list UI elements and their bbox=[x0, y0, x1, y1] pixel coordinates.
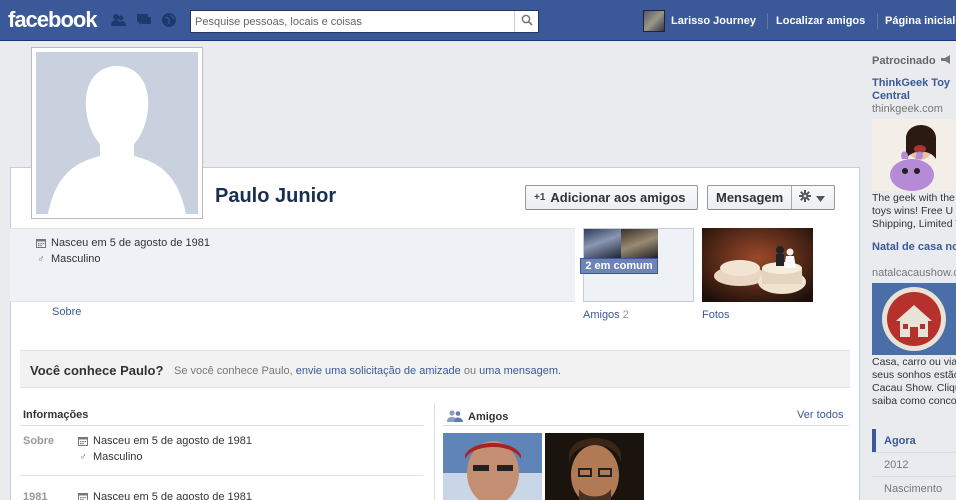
add-friend-label: Adicionar aos amigos bbox=[550, 190, 686, 205]
know-person-prefix: Se você conhece Paulo, bbox=[174, 365, 293, 377]
friend-requests-icon[interactable] bbox=[110, 12, 126, 28]
tab-fotos[interactable]: Fotos bbox=[702, 309, 730, 321]
tab-amigos-label: Amigos bbox=[583, 309, 620, 321]
search-input[interactable] bbox=[191, 11, 513, 32]
search-button[interactable] bbox=[514, 11, 538, 32]
know-person-or: ou bbox=[463, 365, 477, 377]
timeline-item-agora[interactable]: Agora bbox=[872, 429, 956, 452]
friend-photo[interactable] bbox=[545, 433, 644, 500]
section-divider bbox=[20, 425, 423, 426]
male-icon: ♂ bbox=[79, 451, 87, 463]
ad-image-cacaushow[interactable] bbox=[872, 283, 956, 355]
nav-home[interactable]: Página inicial bbox=[885, 15, 955, 27]
info-row-line: ♂ Masculino bbox=[78, 451, 143, 463]
send-friend-request-link[interactable]: envie uma solicitação de amizade bbox=[296, 365, 461, 377]
right-sidebar: Patrocinado ThinkGeek Toy Central thinkg… bbox=[861, 41, 956, 500]
message-button-group: Mensagem bbox=[707, 185, 835, 210]
nav-find-friends[interactable]: Localizar amigos bbox=[776, 15, 865, 27]
add-friend-button[interactable]: +1 Adicionar aos amigos bbox=[525, 185, 698, 210]
ad-text-line: Casa, carro ou via bbox=[872, 356, 956, 368]
ad-text-line: saiba como conco bbox=[872, 395, 956, 407]
see-all-friends-link[interactable]: Ver todos bbox=[797, 409, 843, 421]
top-bar: facebook Larisso Journey Localizar amigo… bbox=[0, 0, 956, 41]
chevron-down-icon bbox=[816, 190, 826, 205]
user-avatar[interactable] bbox=[643, 10, 665, 32]
basic-info-box: Nasceu em 5 de agosto de 1981 ♂ Masculin… bbox=[10, 228, 575, 302]
amigos-section-header: Amigos bbox=[447, 409, 508, 425]
info-row-label: 1981 bbox=[23, 491, 48, 500]
row-divider bbox=[20, 475, 423, 476]
nav-divider bbox=[767, 13, 768, 29]
ad-domain: natalcacaushow.co bbox=[872, 267, 956, 279]
mutual-friend-photo bbox=[621, 229, 658, 258]
ad-text-line: seus sonhos estão bbox=[872, 369, 956, 381]
ad-title[interactable]: ThinkGeek Toy Central bbox=[872, 77, 956, 103]
friends-tile[interactable]: 2 em comum bbox=[580, 228, 694, 302]
search-icon bbox=[521, 14, 533, 29]
gear-icon bbox=[799, 190, 812, 205]
friend-photo[interactable] bbox=[443, 433, 542, 500]
ad-text-line: toys wins! Free U bbox=[872, 205, 954, 217]
sponsored-label: Patrocinado bbox=[872, 55, 936, 67]
informacoes-heading: Informações bbox=[23, 409, 89, 421]
ad-title[interactable]: Natal de casa nova? bbox=[872, 241, 956, 254]
info-row-line: Nasceu em 5 de agosto de 1981 bbox=[78, 491, 252, 500]
add-friend-icon: +1 bbox=[534, 192, 546, 203]
know-person-title: Você conhece Paulo? bbox=[30, 363, 164, 378]
sponsored-header: Patrocinado bbox=[872, 55, 952, 67]
friends-count: 2 bbox=[622, 309, 629, 321]
gender-text: Masculino bbox=[51, 253, 101, 265]
profile-main: Paulo Junior +1 Adicionar aos amigos Men… bbox=[10, 41, 860, 500]
photos-tile[interactable] bbox=[702, 228, 813, 302]
info-row-text: Nasceu em 5 de agosto de 1981 bbox=[93, 435, 253, 447]
settings-dropdown-button[interactable] bbox=[792, 186, 832, 209]
megaphone-icon bbox=[940, 55, 952, 67]
nav-divider bbox=[877, 13, 878, 29]
calendar-icon bbox=[36, 238, 46, 248]
facebook-logo[interactable]: facebook bbox=[8, 7, 98, 33]
search-box[interactable] bbox=[190, 10, 539, 33]
tab-amigos[interactable]: Amigos 2 bbox=[583, 309, 629, 321]
section-divider bbox=[443, 425, 849, 426]
male-icon: ♂ bbox=[37, 253, 45, 265]
info-row-line: Nasceu em 5 de agosto de 1981 bbox=[78, 435, 252, 447]
ad-text-line: Cacau Show. Cliqu bbox=[872, 382, 956, 394]
know-person-box: Você conhece Paulo? Se você conhece Paul… bbox=[20, 350, 850, 388]
mutual-friends-badge[interactable]: 2 em comum bbox=[580, 258, 658, 274]
send-message-link[interactable]: uma mensagem. bbox=[479, 365, 561, 377]
gender-line: ♂ Masculino bbox=[36, 253, 101, 265]
ad-image-thinkgeek[interactable] bbox=[872, 119, 956, 191]
timeline-item-2012[interactable]: 2012 bbox=[872, 453, 956, 476]
amigos-heading: Amigos bbox=[468, 411, 509, 423]
column-divider bbox=[434, 403, 435, 500]
nav-user-profile[interactable]: Larisso Journey bbox=[671, 15, 756, 27]
ad-domain: thinkgeek.com bbox=[872, 103, 943, 115]
default-avatar-silhouette bbox=[36, 52, 198, 214]
timeline-item-nascimento[interactable]: Nascimento bbox=[872, 477, 956, 500]
wedding-cake-photo bbox=[702, 228, 813, 302]
profile-name: Paulo Junior bbox=[215, 185, 337, 207]
profile-picture[interactable] bbox=[31, 47, 203, 219]
calendar-icon bbox=[78, 436, 88, 446]
info-row-text: Masculino bbox=[93, 451, 143, 463]
messages-icon[interactable] bbox=[136, 12, 152, 28]
notifications-globe-icon[interactable] bbox=[161, 12, 177, 28]
calendar-icon bbox=[78, 492, 88, 500]
timeline-navigation: Agora 2012 Nascimento bbox=[872, 429, 956, 500]
info-row-text: Nasceu em 5 de agosto de 1981 bbox=[93, 491, 253, 500]
birthday-line: Nasceu em 5 de agosto de 1981 bbox=[36, 237, 210, 249]
message-button[interactable]: Mensagem bbox=[708, 186, 791, 209]
ad-text-line: Shipping, Limited T bbox=[872, 218, 956, 230]
ad-text-line: The geek with the bbox=[872, 192, 955, 204]
tab-sobre[interactable]: Sobre bbox=[52, 306, 81, 318]
know-person-text: Se você conhece Paulo, envie uma solicit… bbox=[174, 365, 561, 377]
friends-icon bbox=[447, 409, 463, 425]
info-row-label: Sobre bbox=[23, 435, 55, 447]
mutual-friend-photo bbox=[584, 229, 621, 258]
birthday-text: Nasceu em 5 de agosto de 1981 bbox=[51, 237, 211, 249]
